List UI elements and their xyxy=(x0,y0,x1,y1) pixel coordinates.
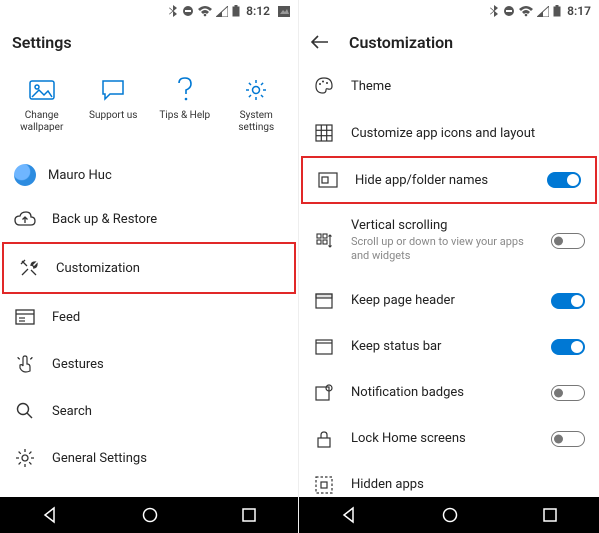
item-customization[interactable]: Customization xyxy=(2,242,296,294)
vertical-scroll-icon xyxy=(313,231,335,251)
toggle-keep-header[interactable] xyxy=(551,293,585,309)
row-label: Lock Home screens xyxy=(351,431,535,446)
app-square-icon xyxy=(317,172,339,188)
question-icon xyxy=(154,76,216,104)
clock: 8:17 xyxy=(567,4,591,18)
nav-recent[interactable] xyxy=(542,507,558,523)
row-label: Hide app/folder names xyxy=(355,173,531,188)
tools-icon xyxy=(18,258,40,278)
lock-icon xyxy=(313,430,335,448)
item-gestures[interactable]: Gestures xyxy=(0,340,298,388)
tile-system-settings[interactable]: System settings xyxy=(225,76,287,134)
row-sublabel: Scroll up or down to view your apps and … xyxy=(351,235,535,264)
row-label: Keep page header xyxy=(351,293,535,308)
row-label: Hidden apps xyxy=(351,477,585,492)
item-feed[interactable]: Feed xyxy=(0,294,298,340)
tile-change-wallpaper[interactable]: Change wallpaper xyxy=(11,76,73,134)
signal-icon xyxy=(216,6,228,17)
row-label: Gestures xyxy=(52,357,284,372)
item-lock-home[interactable]: Lock Home screens xyxy=(299,416,599,462)
back-button[interactable] xyxy=(311,35,329,49)
row-label: Vertical scrolling xyxy=(351,218,535,233)
status-bar: 8:17 xyxy=(299,0,599,22)
nav-home[interactable] xyxy=(441,506,459,524)
row-label: Search xyxy=(52,404,284,419)
toggle-lock-home[interactable] xyxy=(551,431,585,447)
tile-label: Change wallpaper xyxy=(11,110,73,134)
customization-screen: 8:17 Customization Theme Customize app i… xyxy=(299,0,599,533)
nav-back[interactable] xyxy=(340,506,358,524)
nav-home[interactable] xyxy=(141,506,159,524)
item-backup-restore[interactable]: Back up & Restore xyxy=(0,196,298,242)
tile-label: System settings xyxy=(225,110,287,134)
screenshot-icon xyxy=(278,6,290,17)
toggle-badges[interactable] xyxy=(551,385,585,401)
feed-icon xyxy=(14,309,36,325)
search-icon xyxy=(14,402,36,420)
account-name: Mauro Huc xyxy=(48,168,112,183)
bluetooth-icon xyxy=(489,5,499,17)
navigation-bar xyxy=(0,497,298,533)
item-hidden-apps[interactable]: Hidden apps xyxy=(299,462,599,497)
toggle-keep-statusbar[interactable] xyxy=(551,339,585,355)
hidden-icon xyxy=(313,476,335,494)
tile-tips-help[interactable]: Tips & Help xyxy=(154,76,216,134)
row-label: Customize app icons and layout xyxy=(351,126,585,141)
status-bar: 8:12 xyxy=(0,0,298,22)
wifi-icon xyxy=(198,6,212,17)
item-notification-badges[interactable]: Notification badges xyxy=(299,370,599,416)
header: Customization xyxy=(299,22,599,62)
statusbar-icon xyxy=(313,339,335,355)
battery-icon xyxy=(553,5,561,17)
palette-icon xyxy=(313,76,335,96)
wifi-icon xyxy=(519,6,533,17)
row-label: Keep status bar xyxy=(351,339,535,354)
tile-label: Tips & Help xyxy=(154,110,216,122)
header-icon xyxy=(313,293,335,309)
row-label: General Settings xyxy=(52,451,284,466)
item-customize-icons[interactable]: Customize app icons and layout xyxy=(299,110,599,156)
row-label: Feed xyxy=(52,310,284,325)
tile-support-us[interactable]: Support us xyxy=(82,76,144,134)
clock: 8:12 xyxy=(246,4,270,18)
toggle-hide-names[interactable] xyxy=(547,172,581,188)
badge-icon xyxy=(313,384,335,402)
nav-recent[interactable] xyxy=(241,507,257,523)
row-label: Notification badges xyxy=(351,385,535,400)
item-about[interactable]: About Microsoft Launcher xyxy=(0,482,298,497)
item-vertical-scrolling[interactable]: Vertical scrolling Scroll up or down to … xyxy=(299,204,599,278)
battery-icon xyxy=(232,5,240,17)
cloud-icon xyxy=(14,211,36,227)
page-title: Settings xyxy=(12,33,72,52)
dnd-icon xyxy=(182,5,194,17)
item-search[interactable]: Search xyxy=(0,388,298,434)
page-title: Customization xyxy=(349,33,453,52)
grid-icon xyxy=(313,124,335,142)
signal-icon xyxy=(537,6,549,17)
gear-icon xyxy=(225,76,287,104)
gesture-icon xyxy=(14,354,36,374)
row-label: Customization xyxy=(56,261,280,276)
toggle-vertical-scrolling[interactable] xyxy=(551,233,585,249)
item-keep-status-bar[interactable]: Keep status bar xyxy=(299,324,599,370)
item-keep-page-header[interactable]: Keep page header xyxy=(299,278,599,324)
quick-actions: Change wallpaper Support us Tips & Help xyxy=(0,62,298,154)
bluetooth-icon xyxy=(168,5,178,17)
navigation-bar xyxy=(299,497,599,533)
comment-icon xyxy=(82,76,144,104)
item-hide-names[interactable]: Hide app/folder names xyxy=(301,156,597,204)
tile-label: Support us xyxy=(82,110,144,122)
account-row[interactable]: Mauro Huc xyxy=(0,154,298,196)
header: Settings xyxy=(0,22,298,62)
item-general-settings[interactable]: General Settings xyxy=(0,434,298,482)
row-label: Theme xyxy=(351,79,585,94)
dnd-icon xyxy=(503,5,515,17)
item-theme[interactable]: Theme xyxy=(299,62,599,110)
picture-icon xyxy=(11,76,73,104)
gear-icon xyxy=(14,448,36,468)
settings-screen: 8:12 Settings Change wallpaper xyxy=(0,0,299,533)
nav-back[interactable] xyxy=(41,506,59,524)
row-label: Back up & Restore xyxy=(52,212,284,227)
avatar xyxy=(14,164,36,186)
